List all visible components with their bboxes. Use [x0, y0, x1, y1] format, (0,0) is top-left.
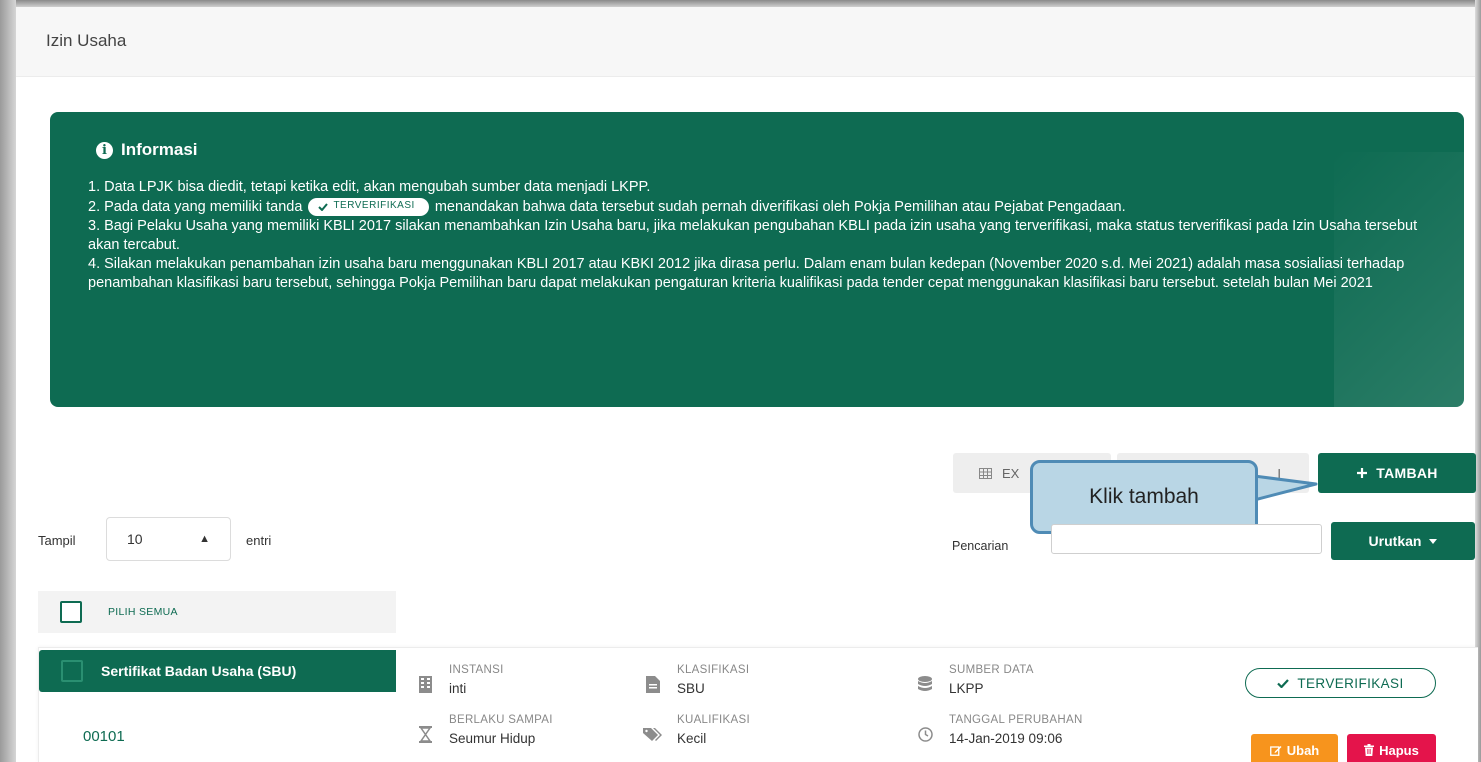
- frame-border-top: [0, 0, 1481, 7]
- building-icon: [415, 674, 435, 694]
- select-updown-icon: ▲︎: [199, 533, 210, 545]
- info-item-3: 3. Bagi Pelaku Usaha yang memiliki KBLI …: [88, 218, 1418, 253]
- record-number[interactable]: 00101: [83, 728, 125, 745]
- edit-button-label: Ubah: [1286, 742, 1320, 758]
- edit-icon: [1269, 745, 1282, 756]
- sort-button-label: Urutkan: [1368, 533, 1422, 549]
- berlaku-sampai-label: BERLAKU SAMPAI: [449, 714, 553, 726]
- field-kualifikasi: KUALIFIKASI Kecil: [643, 714, 750, 746]
- verified-badge-sample-label: TERVERIFIKASI: [333, 200, 415, 212]
- select-all-label: PILIH SEMUA: [108, 606, 178, 618]
- instansi-label: INSTANSI: [449, 664, 504, 676]
- tags-icon: [643, 724, 663, 744]
- delete-button-label: Hapus: [1379, 742, 1419, 758]
- klasifikasi-value: SBU: [677, 681, 705, 696]
- kualifikasi-value: Kecil: [677, 731, 707, 746]
- database-icon: [915, 674, 935, 694]
- info-item-1: 1. Data LPJK bisa diedit, tetapi ketika …: [88, 179, 651, 195]
- tutorial-callout: Klik tambah: [1030, 460, 1258, 534]
- sumber-data-label: SUMBER DATA: [949, 664, 1034, 676]
- file-icon: [643, 674, 663, 694]
- table-icon: [979, 467, 992, 479]
- check-icon: [1277, 678, 1290, 688]
- info-icon: i: [96, 141, 113, 159]
- info-list: 1. Data LPJK bisa diedit, tetapi ketika …: [88, 178, 1448, 293]
- add-button[interactable]: TAMBAH: [1318, 453, 1476, 493]
- delete-button[interactable]: Hapus: [1347, 734, 1436, 762]
- edit-button[interactable]: Ubah: [1251, 734, 1338, 762]
- hourglass-icon: [415, 724, 435, 744]
- plus-icon: [1357, 468, 1368, 478]
- screenshot-frame: Izin Usaha i Informasi 1. Data LPJK bisa…: [0, 0, 1481, 762]
- frame-border-left: [0, 0, 16, 762]
- entries-per-page-value: 10: [127, 531, 143, 547]
- callout-pointer: [1254, 474, 1318, 502]
- page-header: Izin Usaha: [16, 7, 1475, 77]
- info-item-4: 4. Silakan melakukan penambahan izin usa…: [88, 256, 1405, 291]
- verified-status-badge: TERVERIFIKASI: [1245, 668, 1436, 698]
- record-type: Sertifikat Badan Usaha (SBU): [101, 663, 297, 679]
- sort-dropdown-button[interactable]: Urutkan: [1331, 522, 1475, 560]
- select-all-row[interactable]: PILIH SEMUA: [38, 591, 396, 633]
- record-card: Sertifikat Badan Usaha (SBU) 00101 INSTA…: [38, 647, 1478, 762]
- field-berlaku-sampai: BERLAKU SAMPAI Seumur Hidup: [415, 714, 553, 746]
- search-label: Pencarian: [952, 539, 1009, 553]
- clock-icon: [915, 724, 935, 744]
- entries-suffix-label: entri: [246, 533, 272, 548]
- add-button-label: TAMBAH: [1376, 465, 1438, 481]
- kualifikasi-label: KUALIFIKASI: [677, 714, 750, 726]
- field-sumber-data: SUMBER DATA LKPP: [915, 664, 1034, 696]
- page-title: Izin Usaha: [46, 31, 127, 50]
- caret-down-icon: [1429, 538, 1438, 544]
- field-klasifikasi: KLASIFIKASI SBU: [643, 664, 749, 696]
- sumber-data-value: LKPP: [949, 681, 984, 696]
- search-input[interactable]: [1051, 524, 1322, 554]
- tanggal-perubahan-value: 14-Jan-2019 09:06: [949, 731, 1063, 746]
- verified-status-label: TERVERIFIKASI: [1297, 675, 1404, 691]
- field-tanggal-perubahan: TANGGAL PERUBAHAN 14-Jan-2019 09:06: [915, 714, 1083, 746]
- export-button-label: EX: [1002, 465, 1020, 481]
- tanggal-perubahan-label: TANGGAL PERUBAHAN: [949, 714, 1083, 726]
- info-item-2-after: menandakan bahwa data tersebut sudah per…: [434, 198, 1126, 215]
- info-item-2: 2. Pada data yang memiliki tanda TERVERI…: [88, 197, 1448, 217]
- info-heading: i Informasi: [96, 140, 198, 160]
- klasifikasi-label: KLASIFIKASI: [677, 664, 750, 676]
- callout-text: Klik tambah: [1089, 485, 1199, 508]
- check-icon: [318, 203, 329, 211]
- record-checkbox[interactable]: [61, 660, 83, 682]
- info-title: Informasi: [121, 140, 198, 159]
- entries-per-page-select[interactable]: 10 ▲︎: [106, 517, 231, 561]
- verified-badge-sample: TERVERIFIKASI: [308, 197, 429, 216]
- record-type-tag: Sertifikat Badan Usaha (SBU): [39, 650, 396, 692]
- show-entries-label: Tampil: [38, 533, 76, 548]
- select-all-checkbox[interactable]: [60, 601, 82, 623]
- info-item-2-before: 2. Pada data yang memiliki tanda: [88, 198, 303, 215]
- berlaku-sampai-value: Seumur Hidup: [449, 731, 536, 746]
- instansi-value: inti: [449, 681, 467, 696]
- field-instansi: INSTANSI inti: [415, 664, 504, 696]
- trash-icon: [1364, 744, 1375, 756]
- info-panel: i Informasi 1. Data LPJK bisa diedit, te…: [50, 112, 1464, 407]
